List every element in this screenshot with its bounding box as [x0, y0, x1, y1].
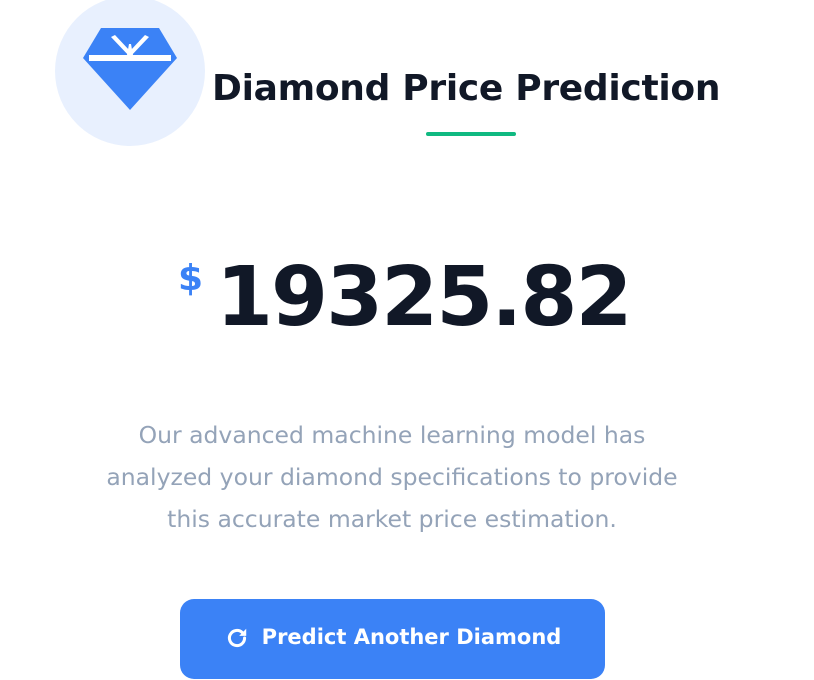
- predict-another-label: Predict Another Diamond: [261, 625, 562, 649]
- page-title: Diamond Price Prediction: [212, 68, 721, 109]
- result-description: Our advanced machine learning model has …: [106, 421, 678, 533]
- predict-another-button[interactable]: Predict Another Diamond: [180, 599, 605, 679]
- title-underline: [426, 132, 516, 136]
- price-value: 19325.82: [216, 250, 633, 345]
- logo-badge: [55, 0, 205, 146]
- diamond-icon: [83, 28, 177, 110]
- currency-symbol: $: [178, 258, 204, 299]
- prediction-result-page: Diamond Price Prediction $ 19325.82 Our …: [0, 0, 814, 680]
- redo-icon: [227, 628, 246, 648]
